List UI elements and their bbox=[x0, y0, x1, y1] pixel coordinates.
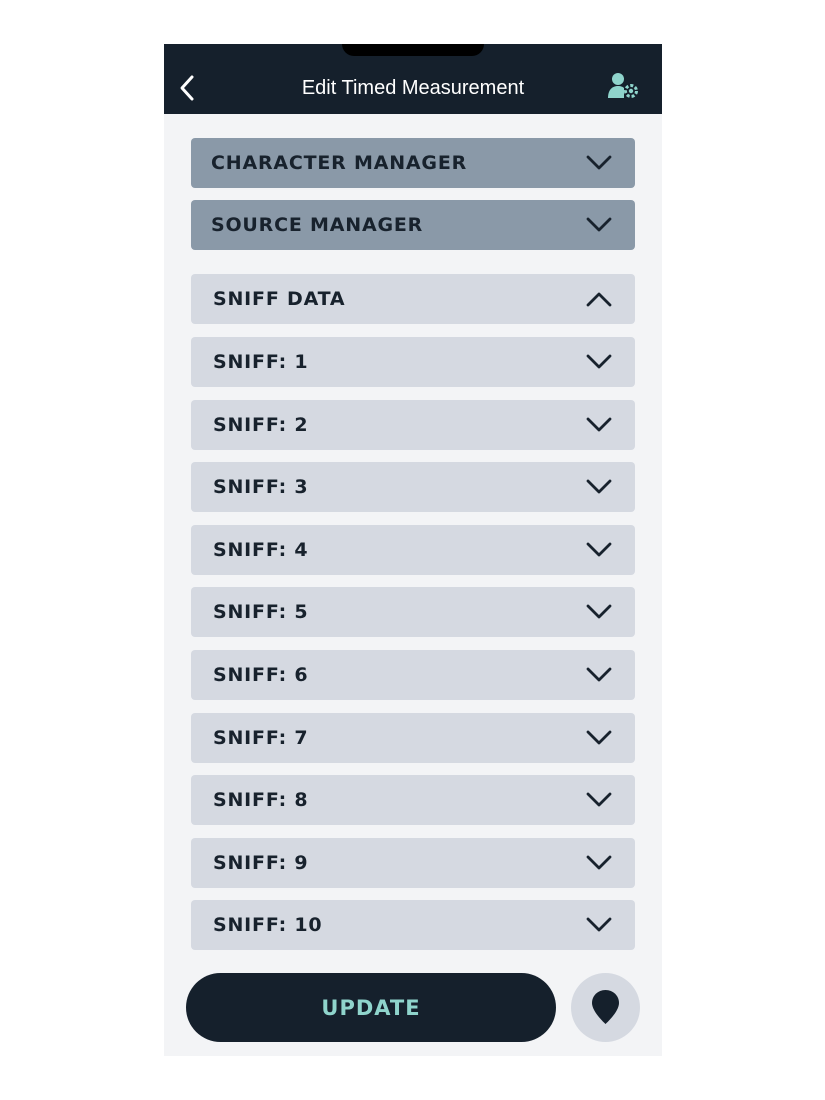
sniff-item[interactable]: SNIFF: 9 bbox=[191, 837, 635, 888]
sniff-item-label: SNIFF: 4 bbox=[213, 538, 309, 561]
user-settings-button[interactable] bbox=[608, 72, 640, 100]
sniff-item[interactable]: SNIFF: 7 bbox=[191, 712, 635, 763]
chevron-down-icon bbox=[586, 667, 612, 682]
chevron-up-icon bbox=[586, 292, 612, 307]
location-button[interactable] bbox=[571, 973, 640, 1042]
sniff-data-header[interactable]: SNIFF DATA bbox=[191, 274, 635, 324]
chevron-down-icon bbox=[586, 917, 612, 932]
chevron-left-icon bbox=[180, 75, 194, 101]
map-pin-icon bbox=[592, 990, 619, 1024]
source-manager-header[interactable]: SOURCE MANAGER bbox=[191, 200, 635, 250]
sniff-item-label: SNIFF: 5 bbox=[213, 601, 309, 624]
update-button[interactable]: UPDATE bbox=[186, 973, 556, 1042]
chevron-down-icon bbox=[586, 730, 612, 744]
sniff-item[interactable]: SNIFF: 10 bbox=[191, 900, 635, 951]
nav-header: Edit Timed Measurement bbox=[164, 44, 662, 114]
sniff-item-label: SNIFF: 7 bbox=[213, 726, 309, 749]
character-manager-header[interactable]: CHARACTER MANAGER bbox=[191, 138, 635, 188]
sniff-item[interactable]: SNIFF: 6 bbox=[191, 650, 635, 700]
app-screen: Edit Timed Measurement CHARACTER MANAGER… bbox=[164, 44, 662, 1056]
page-title: Edit Timed Measurement bbox=[301, 77, 525, 99]
sniff-item-label: SNIFF: 9 bbox=[213, 851, 309, 874]
update-button-label: UPDATE bbox=[321, 995, 421, 1020]
sniff-item-label: SNIFF: 8 bbox=[213, 789, 309, 812]
sniff-item-label: SNIFF: 10 bbox=[213, 914, 323, 937]
source-manager-header-label: SOURCE MANAGER bbox=[211, 214, 424, 236]
chevron-down-icon bbox=[586, 604, 612, 619]
sniff-item-label: SNIFF: 3 bbox=[213, 476, 309, 499]
sniff-item-label: SNIFF: 1 bbox=[213, 351, 309, 373]
sniff-item-label: SNIFF: 2 bbox=[213, 413, 309, 436]
chevron-down-icon bbox=[586, 792, 612, 807]
chevron-down-icon bbox=[586, 354, 612, 369]
character-manager-header-label: CHARACTER MANAGER bbox=[211, 152, 468, 174]
chevron-down-icon bbox=[586, 479, 612, 494]
sniff-item[interactable]: SNIFF: 8 bbox=[191, 775, 635, 826]
chevron-down-icon bbox=[586, 155, 612, 170]
device-notch bbox=[342, 44, 484, 56]
sniff-item-label: SNIFF: 6 bbox=[213, 664, 309, 686]
sniff-item[interactable]: SNIFF: 2 bbox=[191, 399, 635, 450]
chevron-down-icon bbox=[586, 217, 612, 232]
chevron-down-icon bbox=[586, 417, 612, 431]
sniff-item[interactable]: SNIFF: 4 bbox=[191, 524, 635, 575]
sniff-item[interactable]: SNIFF: 5 bbox=[191, 587, 635, 638]
sniff-item[interactable]: SNIFF: 3 bbox=[191, 462, 635, 513]
sniff-item[interactable]: SNIFF: 1 bbox=[191, 337, 635, 387]
back-button[interactable] bbox=[176, 73, 198, 103]
chevron-down-icon bbox=[586, 855, 612, 870]
chevron-down-icon bbox=[586, 542, 612, 557]
user-settings-icon bbox=[608, 73, 638, 98]
sniff-data-header-label: SNIFF DATA bbox=[213, 288, 346, 310]
